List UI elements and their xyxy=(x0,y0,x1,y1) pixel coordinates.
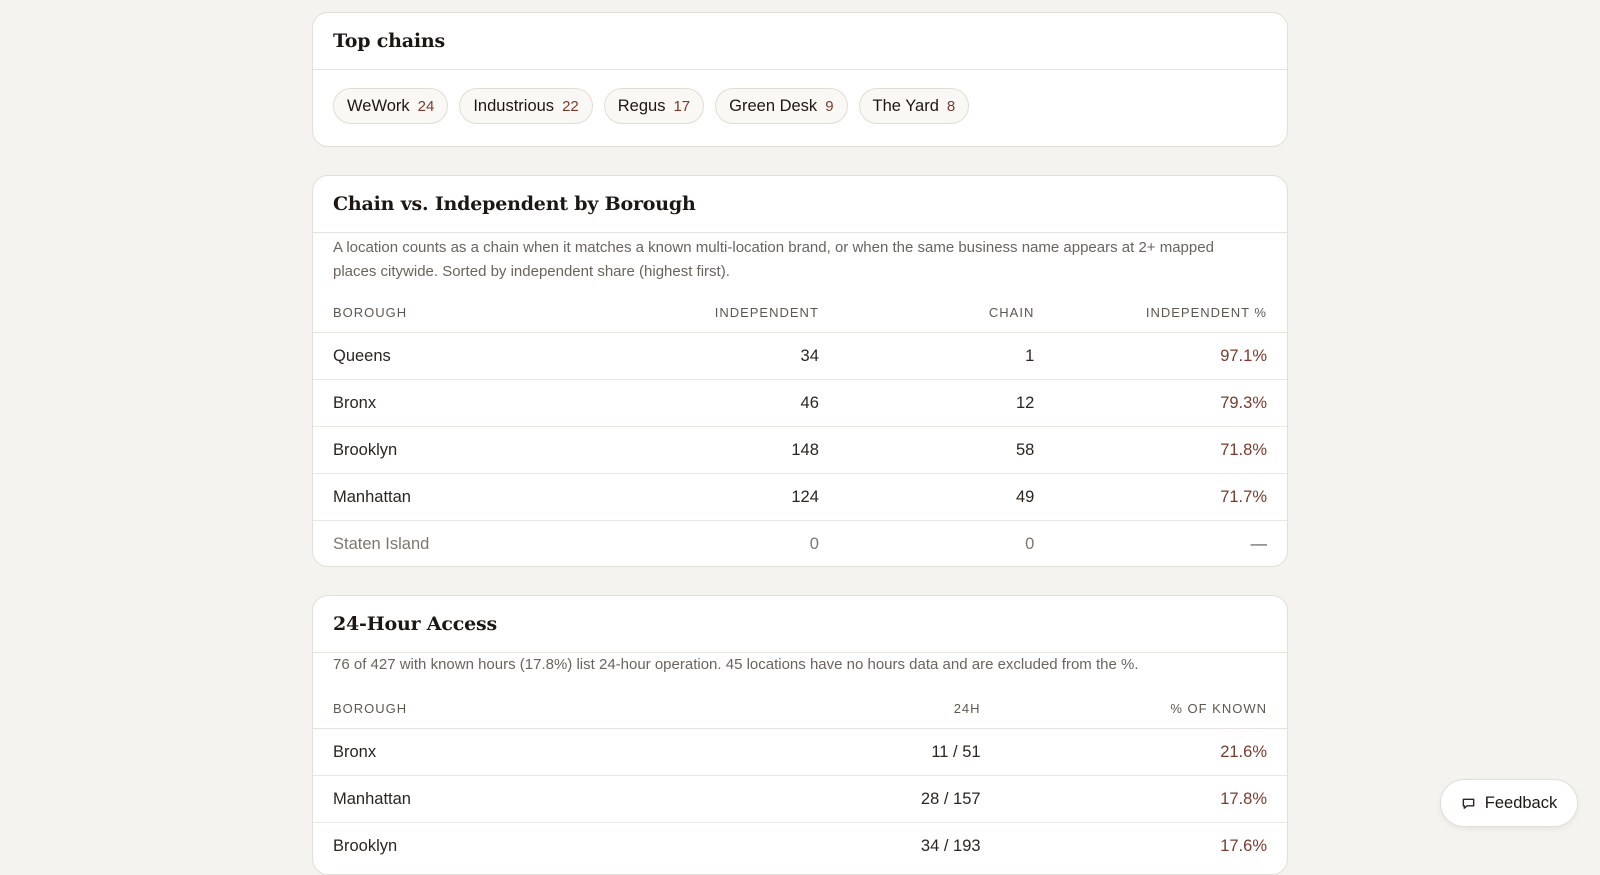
table-row: Brooklyn 148 58 71.8% xyxy=(313,426,1287,474)
column-header-24h: 24h xyxy=(798,688,1001,729)
cell-chain: 12 xyxy=(838,379,1055,427)
table-row: Manhattan 28 / 157 17.8% xyxy=(313,775,1287,823)
cell-pct-known: 17.8% xyxy=(1000,775,1287,823)
cell-pct-known: 17.6% xyxy=(1220,836,1267,855)
access-24h-table: Borough 24h % of known Bronx 11 / 51 21.… xyxy=(313,688,1287,869)
top-chains-header: Top chains xyxy=(313,13,1287,70)
cell-24h: 11 / 51 xyxy=(798,728,1001,776)
column-header-borough: Borough xyxy=(313,688,799,729)
chain-vs-independent-table: Borough Independent Chain Independent % … xyxy=(313,292,1287,567)
chain-chip-regus[interactable]: Regus 17 xyxy=(603,88,705,124)
cell-chain: 0 xyxy=(1025,534,1035,553)
cell-independent: 0 xyxy=(809,534,819,553)
cell-borough: Brooklyn xyxy=(313,426,606,474)
cell-chain: 49 xyxy=(838,473,1055,521)
chain-chip-green-desk[interactable]: Green Desk 9 xyxy=(715,88,848,124)
chain-chip-count: 8 xyxy=(946,97,956,115)
cell-independent-pct: 79.3% xyxy=(1054,379,1287,427)
chain-chip-count: 22 xyxy=(562,97,579,115)
access-24h-title: 24-Hour Access xyxy=(333,613,497,635)
table-row: Bronx 11 / 51 21.6% xyxy=(313,728,1287,776)
cell-borough: Staten Island xyxy=(333,534,430,553)
cell-independent-pct: — xyxy=(1250,534,1268,553)
cell-borough: Manhattan xyxy=(313,473,606,521)
column-header-borough: Borough xyxy=(313,292,606,333)
chain-vs-independent-title: Chain vs. Independent by Borough xyxy=(333,193,696,215)
cell-independent: 46 xyxy=(605,379,839,427)
access-24h-card: 24-Hour Access 76 of 427 with known hour… xyxy=(312,595,1288,875)
chat-bubble-icon xyxy=(1461,796,1476,811)
chain-chip-count: 9 xyxy=(825,97,834,115)
top-chains-title: Top chains xyxy=(333,30,445,52)
chain-chip-name: Regus xyxy=(617,96,666,115)
column-header-pct-known: % of known xyxy=(1000,688,1287,729)
feedback-button[interactable]: Feedback xyxy=(1440,779,1578,827)
chain-chip-name: Green Desk xyxy=(729,96,818,115)
cell-chain: 58 xyxy=(838,426,1055,474)
cell-borough: Bronx xyxy=(313,379,606,427)
cell-24h: 34 / 193 xyxy=(920,836,981,855)
cell-borough: Bronx xyxy=(313,728,799,776)
cell-borough: Manhattan xyxy=(313,775,799,823)
cell-independent-pct: 71.7% xyxy=(1054,473,1287,521)
chain-chip-name: Industrious xyxy=(473,96,555,115)
table-row: Manhattan 124 49 71.7% xyxy=(313,473,1287,521)
chain-chip-the-yard[interactable]: The Yard 8 xyxy=(858,88,970,124)
access-24h-description: 76 of 427 with known hours (17.8%) list … xyxy=(333,656,1139,673)
chain-chip-count: 24 xyxy=(417,97,435,115)
chain-vs-independent-header: Chain vs. Independent by Borough xyxy=(313,176,1287,233)
column-header-independent: Independent xyxy=(605,292,839,333)
cell-independent: 34 xyxy=(605,332,839,380)
cell-independent-pct: 71.8% xyxy=(1054,426,1287,474)
chain-chip-list: WeWork 24 Industrious 22 Regus 17 Green … xyxy=(313,70,1287,124)
access-24h-header: 24-Hour Access xyxy=(313,596,1287,653)
chain-chip-count: 17 xyxy=(673,97,691,115)
cell-borough: Brooklyn xyxy=(333,836,398,855)
chain-chip-name: The Yard xyxy=(872,96,939,115)
column-header-chain: Chain xyxy=(838,292,1055,333)
chain-chip-wework[interactable]: WeWork 24 xyxy=(333,88,449,124)
table-header-row: Borough Independent Chain Independent % xyxy=(313,292,1287,333)
cell-chain: 1 xyxy=(838,332,1055,380)
table-row: Brooklyn 34 / 193 17.6% xyxy=(313,823,1287,870)
cell-independent: 124 xyxy=(605,473,839,521)
table-row: Staten Island 0 0 — xyxy=(313,521,1287,567)
cell-borough: Queens xyxy=(313,332,606,380)
top-chains-card: Top chains WeWork 24 Industrious 22 Regu… xyxy=(312,12,1288,147)
cell-independent: 148 xyxy=(605,426,839,474)
cell-independent-pct: 97.1% xyxy=(1054,332,1287,380)
table-header-row: Borough 24h % of known xyxy=(313,688,1287,729)
chain-vs-independent-card: Chain vs. Independent by Borough A locat… xyxy=(312,175,1288,567)
cell-24h: 28 / 157 xyxy=(798,775,1001,823)
chain-chip-name: WeWork xyxy=(347,96,410,115)
table-row: Queens 34 1 97.1% xyxy=(313,332,1287,380)
chain-chip-industrious[interactable]: Industrious 22 xyxy=(459,88,593,124)
column-header-independent-pct: Independent % xyxy=(1054,292,1287,333)
chain-vs-independent-description: A location counts as a chain when it mat… xyxy=(333,239,1214,280)
cell-pct-known: 21.6% xyxy=(1000,728,1287,776)
table-row: Bronx 46 12 79.3% xyxy=(313,379,1287,427)
feedback-label: Feedback xyxy=(1484,793,1558,812)
